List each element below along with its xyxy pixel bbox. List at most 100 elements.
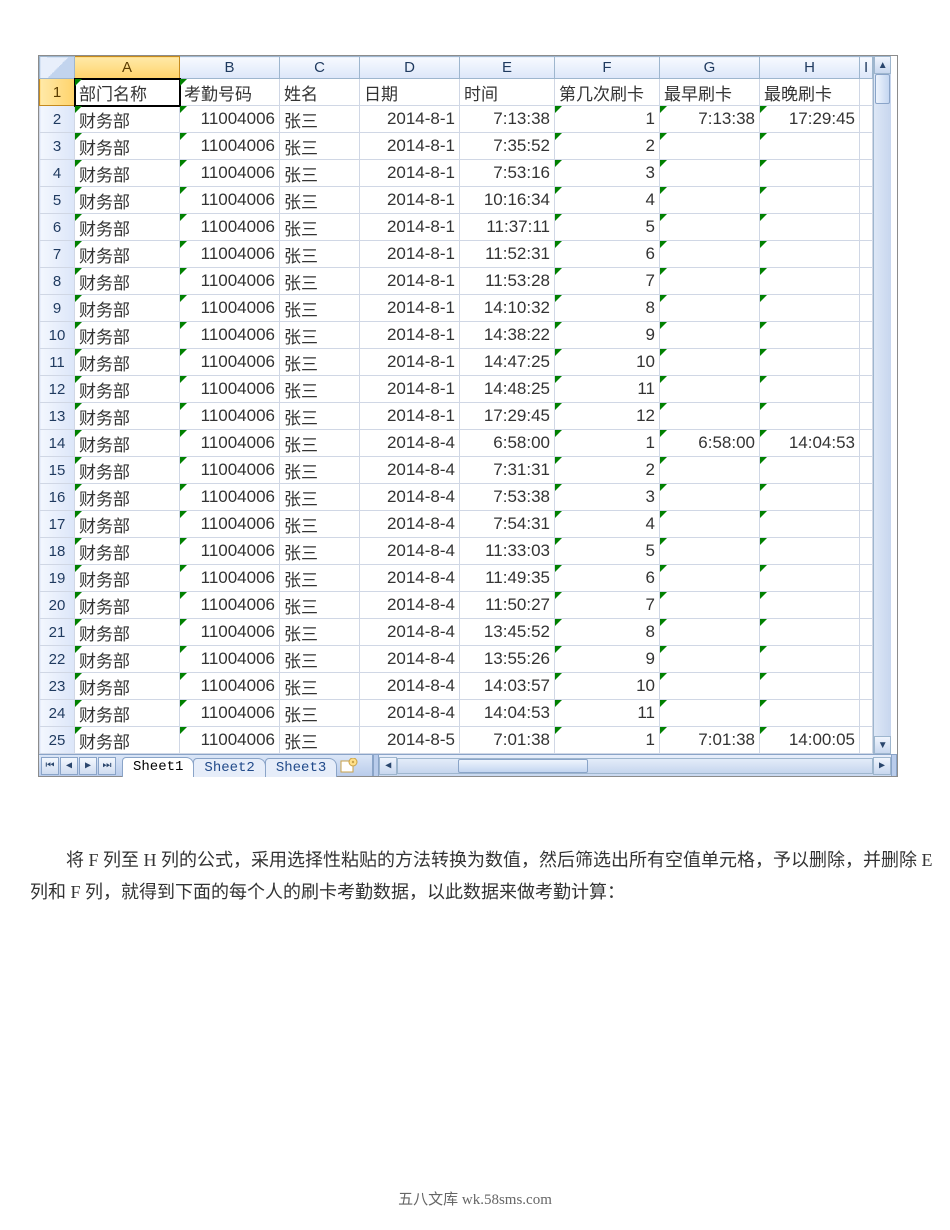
row-header-21[interactable]: 21 — [40, 619, 75, 646]
cell[interactable]: 财务部 — [75, 295, 180, 322]
cell[interactable]: 财务部 — [75, 214, 180, 241]
cell[interactable] — [660, 457, 760, 484]
cell[interactable]: 11:37:11 — [460, 214, 555, 241]
row-header-10[interactable]: 10 — [40, 322, 75, 349]
cell[interactable] — [860, 322, 873, 349]
cell[interactable]: 2014-8-1 — [360, 349, 460, 376]
cell[interactable]: 2014-8-4 — [360, 646, 460, 673]
cell[interactable]: 张三 — [280, 376, 360, 403]
cell[interactable]: 2 — [555, 457, 660, 484]
cell[interactable] — [860, 538, 873, 565]
cell[interactable]: 4 — [555, 511, 660, 538]
cell[interactable]: 财务部 — [75, 646, 180, 673]
cell[interactable]: 11004006 — [180, 538, 280, 565]
cell[interactable] — [760, 349, 860, 376]
cell[interactable] — [860, 430, 873, 457]
row-header-11[interactable]: 11 — [40, 349, 75, 376]
column-header-G[interactable]: G — [660, 57, 760, 79]
cell[interactable]: 11:53:28 — [460, 268, 555, 295]
cell[interactable]: 张三 — [280, 322, 360, 349]
cell[interactable]: 7 — [555, 268, 660, 295]
cell[interactable] — [660, 673, 760, 700]
cell[interactable] — [660, 160, 760, 187]
cell[interactable]: 13:55:26 — [460, 646, 555, 673]
row-header-14[interactable]: 14 — [40, 430, 75, 457]
cell[interactable] — [660, 511, 760, 538]
row-header-7[interactable]: 7 — [40, 241, 75, 268]
cell[interactable] — [860, 160, 873, 187]
cell[interactable] — [860, 214, 873, 241]
cell[interactable]: 财务部 — [75, 349, 180, 376]
cell[interactable]: 张三 — [280, 349, 360, 376]
select-all-corner[interactable] — [40, 57, 75, 79]
row-header-24[interactable]: 24 — [40, 700, 75, 727]
cell[interactable]: 张三 — [280, 241, 360, 268]
cell[interactable]: 2014-8-4 — [360, 565, 460, 592]
cell[interactable]: 张三 — [280, 187, 360, 214]
cell[interactable]: 财务部 — [75, 322, 180, 349]
cell[interactable] — [760, 619, 860, 646]
cell[interactable]: 第几次刷卡 — [555, 79, 660, 106]
cell[interactable]: 财务部 — [75, 727, 180, 754]
cell[interactable]: 7:53:38 — [460, 484, 555, 511]
scroll-right-button[interactable]: ▶ — [873, 757, 891, 775]
cell[interactable] — [660, 268, 760, 295]
cell[interactable]: 最晚刷卡 — [760, 79, 860, 106]
cell[interactable]: 12 — [555, 403, 660, 430]
cell[interactable] — [860, 376, 873, 403]
cell[interactable]: 5 — [555, 538, 660, 565]
cell[interactable] — [860, 592, 873, 619]
cell[interactable] — [760, 295, 860, 322]
cell[interactable]: 11004006 — [180, 484, 280, 511]
cell[interactable]: 11004006 — [180, 457, 280, 484]
cell[interactable]: 7 — [555, 592, 660, 619]
sheet-tab-sheet3[interactable]: Sheet3 — [265, 758, 337, 777]
row-header-25[interactable]: 25 — [40, 727, 75, 754]
cell[interactable]: 11004006 — [180, 592, 280, 619]
cell[interactable]: 张三 — [280, 106, 360, 133]
cell[interactable] — [860, 673, 873, 700]
cell[interactable]: 10 — [555, 673, 660, 700]
hsplit-handle[interactable] — [891, 755, 897, 776]
sheet-tab-sheet1[interactable]: Sheet1 — [122, 757, 194, 777]
cell[interactable] — [760, 565, 860, 592]
cell[interactable] — [760, 241, 860, 268]
cell[interactable]: 2014-8-1 — [360, 376, 460, 403]
cell[interactable] — [760, 538, 860, 565]
cell[interactable]: 张三 — [280, 484, 360, 511]
cell[interactable]: 17:29:45 — [760, 106, 860, 133]
cell[interactable]: 财务部 — [75, 133, 180, 160]
row-header-12[interactable]: 12 — [40, 376, 75, 403]
cell[interactable]: 14:04:53 — [460, 700, 555, 727]
cell[interactable]: 时间 — [460, 79, 555, 106]
scroll-up-button[interactable]: ▲ — [874, 56, 891, 74]
cell[interactable]: 11004006 — [180, 727, 280, 754]
cell[interactable]: 11004006 — [180, 268, 280, 295]
prev-sheet-button[interactable]: ◀ — [60, 757, 78, 775]
cell[interactable]: 7:13:38 — [660, 106, 760, 133]
cell[interactable]: 2014-8-1 — [360, 160, 460, 187]
cell[interactable] — [660, 646, 760, 673]
cell[interactable]: 张三 — [280, 565, 360, 592]
cell[interactable]: 6 — [555, 241, 660, 268]
cell[interactable]: 2014-8-4 — [360, 592, 460, 619]
cell[interactable]: 张三 — [280, 619, 360, 646]
cell[interactable]: 11:50:27 — [460, 592, 555, 619]
cell[interactable] — [760, 160, 860, 187]
cell[interactable]: 2014-8-1 — [360, 106, 460, 133]
cell[interactable]: 财务部 — [75, 700, 180, 727]
cell[interactable]: 张三 — [280, 295, 360, 322]
cell[interactable] — [860, 295, 873, 322]
cell[interactable]: 11004006 — [180, 673, 280, 700]
cell[interactable]: 考勤号码 — [180, 79, 280, 106]
cell[interactable]: 财务部 — [75, 268, 180, 295]
cell[interactable]: 财务部 — [75, 484, 180, 511]
cell[interactable] — [860, 106, 873, 133]
cell[interactable] — [660, 241, 760, 268]
cell[interactable] — [860, 484, 873, 511]
cell[interactable]: 2014-8-1 — [360, 268, 460, 295]
cell[interactable] — [760, 457, 860, 484]
sheet-tab-sheet2[interactable]: Sheet2 — [193, 758, 265, 777]
row-header-22[interactable]: 22 — [40, 646, 75, 673]
cell[interactable] — [760, 403, 860, 430]
